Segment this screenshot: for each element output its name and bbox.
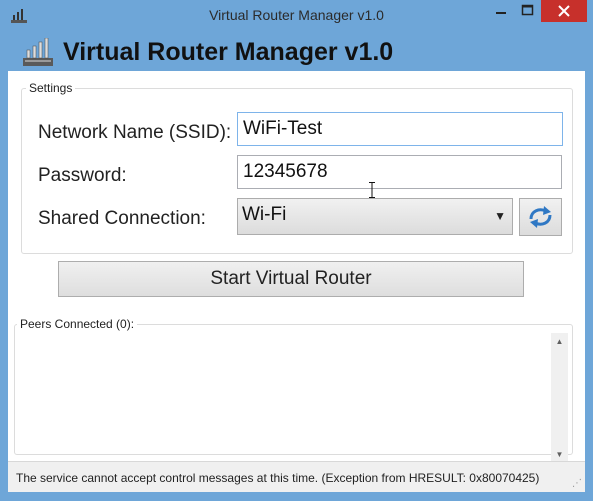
scroll-down-icon[interactable]: ▼ (551, 450, 568, 459)
shared-connection-value: Wi-Fi (242, 204, 287, 225)
app-header: Virtual Router Manager v1.0 (0, 31, 593, 71)
scroll-up-icon[interactable]: ▲ (551, 337, 568, 346)
app-title: Virtual Router Manager v1.0 (63, 38, 394, 66)
status-message: The service cannot accept control messag… (16, 471, 540, 485)
close-button[interactable] (541, 0, 587, 22)
text-cursor-icon (369, 182, 375, 198)
minimize-button[interactable] (487, 0, 515, 22)
resize-grip-icon[interactable]: ⋰ (572, 478, 582, 489)
maximize-icon (521, 4, 534, 16)
shared-connection-label: Shared Connection: (38, 208, 206, 229)
ssid-input[interactable] (237, 112, 563, 146)
title-bar[interactable]: Virtual Router Manager v1.0 (0, 0, 593, 31)
settings-legend: Settings (26, 81, 76, 95)
status-bar: The service cannot accept control messag… (8, 461, 585, 492)
minimize-icon (496, 12, 506, 14)
app-window: Virtual Router Manager v1.0 Virtual Rout… (0, 0, 593, 501)
settings-group: Settings Network Name (SSID): Password: … (21, 81, 573, 254)
password-label: Password: (38, 165, 127, 186)
peers-connected-list[interactable]: Peers Connected (0): ▲ ▼ (14, 317, 573, 463)
main-panel: Settings Network Name (SSID): Password: … (8, 71, 585, 463)
shared-connection-select[interactable]: Wi-Fi ▼ (237, 198, 513, 235)
ssid-label: Network Name (SSID): (38, 122, 232, 143)
close-icon (558, 5, 570, 17)
maximize-button[interactable] (514, 0, 541, 22)
vertical-scrollbar[interactable]: ▲ ▼ (551, 333, 568, 463)
router-icon (23, 38, 53, 66)
refresh-button[interactable] (519, 198, 562, 236)
start-virtual-router-button[interactable]: Start Virtual Router (58, 261, 524, 297)
refresh-icon (529, 206, 552, 228)
password-input[interactable] (237, 155, 562, 189)
chevron-down-icon: ▼ (494, 209, 506, 223)
peers-legend: Peers Connected (0): (17, 317, 138, 331)
